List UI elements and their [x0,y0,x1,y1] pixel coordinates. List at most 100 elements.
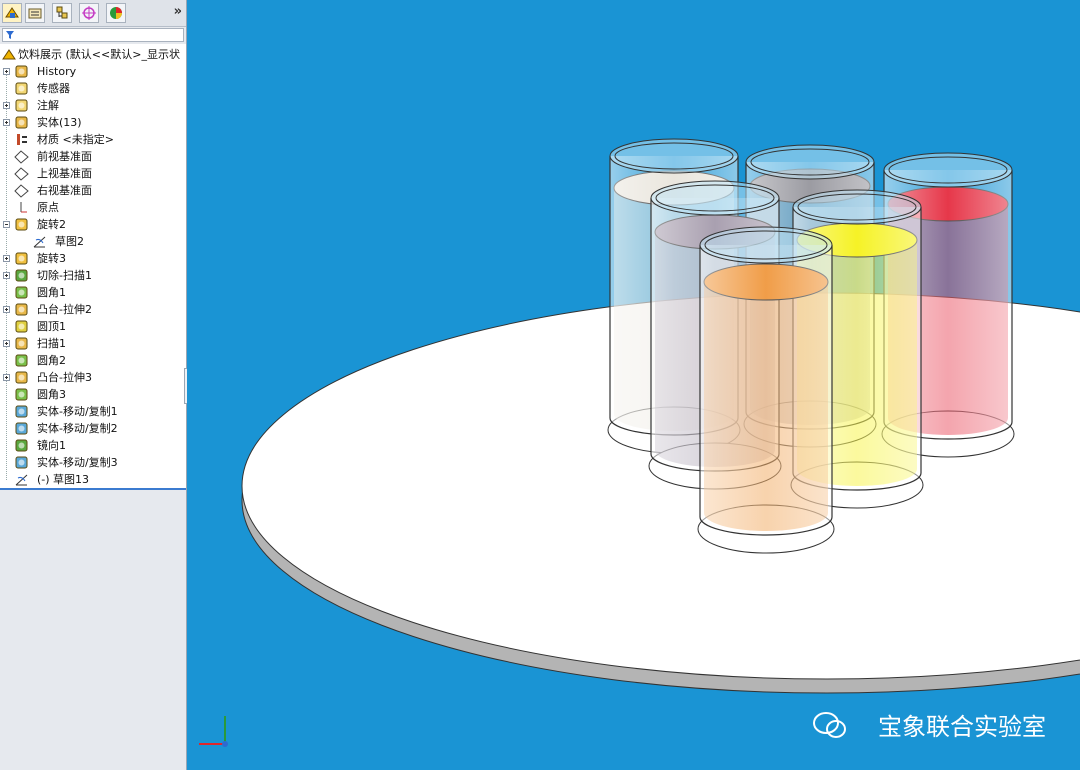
origin-icon [14,200,29,215]
tree-filter[interactable] [2,28,184,42]
tree-item-label: 镜向1 [37,439,66,452]
tree-item[interactable]: 实体(13) [0,114,186,131]
tree-item[interactable]: 实体-移动/复制3 [0,454,186,471]
expand-icon[interactable] [3,272,10,279]
boss-extrude-icon [14,370,29,385]
tree-item-label: 圆角2 [37,354,66,367]
tree-item-label: 圆角1 [37,286,66,299]
property-icon [28,8,42,19]
tree-item-label: History [37,65,77,78]
sweep-icon [14,336,29,351]
sketch-icon [32,234,47,249]
tree-item-label: 材质 <未指定> [37,133,114,146]
tree-item-label: 原点 [37,201,59,214]
cut-sweep-icon [14,268,29,283]
tree-item[interactable]: 材质 <未指定> [0,131,186,148]
expand-icon[interactable] [3,119,10,126]
tree-item-label: 圆角3 [37,388,66,401]
move-copy-icon [14,404,29,419]
tree-item[interactable]: 凸台-拉伸3 [0,369,186,386]
tree-item-label: 实体-移动/复制3 [37,456,118,469]
tree-item[interactable]: 切除-扫描1 [0,267,186,284]
configuration-manager-tab[interactable] [52,3,72,23]
expand-icon[interactable] [3,306,10,313]
panel-tab-bar: » [0,0,186,27]
tree-item[interactable]: 镜向1 [0,437,186,454]
tree-item-label: 实体-移动/复制2 [37,422,118,435]
dimxpert-tab[interactable] [79,3,99,23]
display-icon [110,7,122,19]
tree-item[interactable]: 旋转3 [0,250,186,267]
configuration-icon [56,6,68,19]
property-manager-tab[interactable] [25,3,45,23]
tree-root-part[interactable]: 饮料展示 (默认<<默认>_显示状 [0,46,186,63]
part-icon [1,47,16,62]
annotation-icon [14,98,29,113]
plane-icon [14,166,29,181]
tree-item-label: 实体(13) [37,116,82,129]
tree-item[interactable]: 原点 [0,199,186,216]
revolve-icon [14,217,29,232]
move-copy-icon [14,455,29,470]
feature-tree-icon [5,7,19,18]
glass-orange[interactable] [697,226,835,554]
tree-item-label: 凸台-拉伸2 [37,303,92,316]
tree-item-label: 上视基准面 [37,167,92,180]
tree-item[interactable]: 右视基准面 [0,182,186,199]
tree-item[interactable]: 凸台-拉伸2 [0,301,186,318]
plane-icon [14,183,29,198]
tree-item-label: 传感器 [37,82,70,95]
tree-item[interactable]: 旋转2 [0,216,186,233]
expand-icon[interactable] [3,340,10,347]
tree-item-label: (-) 草图13 [37,473,90,486]
tree-item[interactable]: (-) 草图13 [0,471,186,488]
history-icon [14,64,29,79]
expand-icon[interactable] [3,374,10,381]
tree-root-label: 饮料展示 (默认<<默认>_显示状 [18,48,180,61]
plane-icon [14,149,29,164]
sketch-icon [14,472,29,487]
tree-item[interactable]: 草图2 [0,233,186,250]
boss-extrude-icon [14,302,29,317]
tree-item-label: 实体-移动/复制1 [37,405,118,418]
tree-item[interactable]: 圆顶1 [0,318,186,335]
tree-item[interactable]: 圆角2 [0,352,186,369]
collapse-icon[interactable] [3,221,10,228]
tree-item-label: 切除-扫描1 [37,269,92,282]
feature-manager-tab[interactable] [2,3,22,23]
feature-manager-panel: » 饮料展示 (默认<<默认>_显示状 History 传感器注解实体(13) 材质 … [0,0,192,770]
expand-icon[interactable] [3,68,10,75]
tree-item[interactable]: 前视基准面 [0,148,186,165]
tree-item-label: 前视基准面 [37,150,92,163]
tree-item-label: 草图2 [55,235,84,248]
graphics-viewport[interactable] [187,0,1080,770]
tree-item-label: 扫描1 [37,337,66,350]
tree-item-label: 旋转2 [37,218,66,231]
tree-item[interactable]: 圆角3 [0,386,186,403]
tree-item[interactable]: History [0,63,186,80]
tree-item-label: 注解 [37,99,59,112]
dome-icon [14,319,29,334]
watermark-text: 宝象联合实验室 [878,713,1046,741]
tree-item[interactable]: 圆角1 [0,284,186,301]
fillet-icon [14,285,29,300]
model-scene [241,138,1080,694]
tree-item[interactable]: 传感器 [0,80,186,97]
expand-icon[interactable] [3,102,10,109]
fillet-icon [14,353,29,368]
feature-tree: 饮料展示 (默认<<默认>_显示状 History 传感器注解实体(13) 材质 <未… [0,44,186,490]
display-manager-tab[interactable] [106,3,126,23]
tree-item[interactable]: 实体-移动/复制2 [0,420,186,437]
solid-bodies-icon [14,115,29,130]
tree-item[interactable]: 注解 [0,97,186,114]
tree-item[interactable]: 扫描1 [0,335,186,352]
tree-item[interactable]: 实体-移动/复制1 [0,403,186,420]
tree-item-label: 旋转3 [37,252,66,265]
expand-icon[interactable] [3,255,10,262]
tree-item[interactable]: 上视基准面 [0,165,186,182]
filter-icon [6,31,14,39]
more-tabs-button[interactable]: » [174,4,182,19]
revolve-icon [14,251,29,266]
tree-item-label: 凸台-拉伸3 [37,371,92,384]
tree-item-label: 右视基准面 [37,184,92,197]
